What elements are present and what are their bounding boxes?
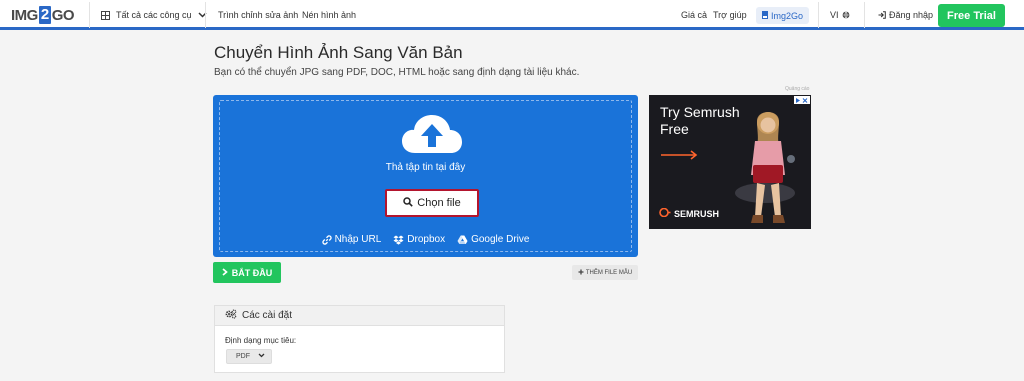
chevron-down-icon xyxy=(258,353,265,360)
all-tools-label: Tất cả các công cụ xyxy=(116,10,192,20)
language-selector[interactable]: VI xyxy=(830,0,850,30)
globe-icon xyxy=(842,11,850,19)
dropzone-border: Thả tập tin tại đây Chọn file Nhập URL D… xyxy=(219,100,632,252)
target-format-label: Định dạng mục tiêu: xyxy=(225,336,297,345)
arrow-right-icon xyxy=(661,147,699,165)
pricing-label: Giá cả xyxy=(681,10,708,20)
top-navbar: IMG 2 GO Tất cả các công cụ Trình chỉnh sử… xyxy=(0,0,1024,30)
gdrive-source-label: Google Drive xyxy=(471,234,530,245)
settings-header-label: Các cài đặt xyxy=(242,310,293,321)
ad-headline: Try Semrush Free xyxy=(660,104,740,138)
sign-in-icon xyxy=(878,11,886,19)
ad-headline-line-2: Free xyxy=(660,121,689,137)
ad-choices-icon[interactable] xyxy=(794,96,810,104)
gdrive-source-link[interactable]: Google Drive xyxy=(457,234,529,245)
help-link[interactable]: Trợ giúp xyxy=(713,0,747,30)
compress-link[interactable]: Nén hình ảnh xyxy=(302,0,356,30)
img2go-button[interactable]: Img2Go xyxy=(756,7,810,24)
nav-divider xyxy=(864,2,865,28)
help-label: Trợ giúp xyxy=(713,10,747,20)
login-link[interactable]: Đăng nhập xyxy=(878,0,933,30)
img2go-logo[interactable]: IMG 2 GO xyxy=(11,5,75,25)
dropbox-icon xyxy=(393,235,404,245)
page-title: Chuyển Hình Ảnh Sang Văn Bản xyxy=(214,43,463,62)
all-tools-menu[interactable]: Tất cả các công cụ xyxy=(101,0,207,30)
upload-sources: Nhập URL Dropbox Google Drive xyxy=(220,234,631,245)
nav-divider xyxy=(205,2,206,28)
settings-panel: Các cài đặt Định dạng mục tiêu: PDF xyxy=(214,305,505,373)
upload-dropzone[interactable]: Thả tập tin tại đây Chọn file Nhập URL D… xyxy=(213,95,638,257)
start-label: BẮT ĐẦU xyxy=(231,267,273,278)
cogs-icon xyxy=(225,309,237,322)
target-format-select[interactable]: PDF xyxy=(226,349,272,364)
choose-file-button[interactable]: Chọn file xyxy=(385,189,479,217)
logo-text-2: 2 xyxy=(38,6,51,24)
settings-header: Các cài đặt xyxy=(215,306,504,326)
ad-person-illustration xyxy=(733,105,803,229)
nav-divider xyxy=(89,2,90,28)
logo-text-img: IMG xyxy=(11,6,38,24)
add-sample-file-button[interactable]: THÊM FILE MẪU xyxy=(572,265,638,280)
img2go-label: Img2Go xyxy=(771,10,804,21)
url-source-link[interactable]: Nhập URL xyxy=(321,234,382,245)
grid-icon xyxy=(101,10,110,20)
link-icon xyxy=(321,234,332,245)
dropbox-source-link[interactable]: Dropbox xyxy=(393,234,445,245)
img2go-small-icon xyxy=(762,10,768,21)
chevron-right-icon xyxy=(222,267,228,278)
login-label: Đăng nhập xyxy=(889,10,934,20)
photo-editor-label: Trình chỉnh sửa ảnh xyxy=(218,10,299,20)
plus-icon xyxy=(578,269,584,277)
nav-divider xyxy=(818,2,819,28)
google-drive-icon xyxy=(457,235,468,245)
semrush-brand: SEMRUSH xyxy=(659,207,720,219)
language-label: VI xyxy=(830,10,839,20)
free-trial-label: Free Trial xyxy=(947,9,996,22)
photo-editor-link[interactable]: Trình chỉnh sửa ảnh xyxy=(218,0,298,30)
ad-label: Quảng cáo xyxy=(785,86,810,92)
compress-label: Nén hình ảnh xyxy=(302,10,357,20)
logo-text-go: GO xyxy=(51,6,75,24)
semrush-logo-icon xyxy=(659,207,671,219)
target-format-value: PDF xyxy=(236,353,250,360)
choose-file-label: Chọn file xyxy=(417,197,461,209)
start-button[interactable]: BẮT ĐẦU xyxy=(213,262,281,283)
ad-headline-line-1: Try Semrush xyxy=(660,104,740,120)
page-subtitle: Bạn có thể chuyển JPG sang PDF, DOC, HTM… xyxy=(214,67,580,78)
free-trial-button[interactable]: Free Trial xyxy=(938,4,1005,27)
pricing-link[interactable]: Giá cả xyxy=(681,0,707,30)
add-sample-file-label: THÊM FILE MẪU xyxy=(585,269,633,276)
drop-files-text: Thả tập tin tại đây xyxy=(385,162,466,173)
cloud-upload-icon xyxy=(401,113,463,155)
url-source-label: Nhập URL xyxy=(334,234,382,245)
semrush-ad[interactable]: Try Semrush Free SEMRUSH xyxy=(649,95,811,229)
semrush-brand-label: SEMRUSH xyxy=(674,208,720,219)
search-icon xyxy=(403,196,414,210)
dropbox-source-label: Dropbox xyxy=(407,234,446,245)
